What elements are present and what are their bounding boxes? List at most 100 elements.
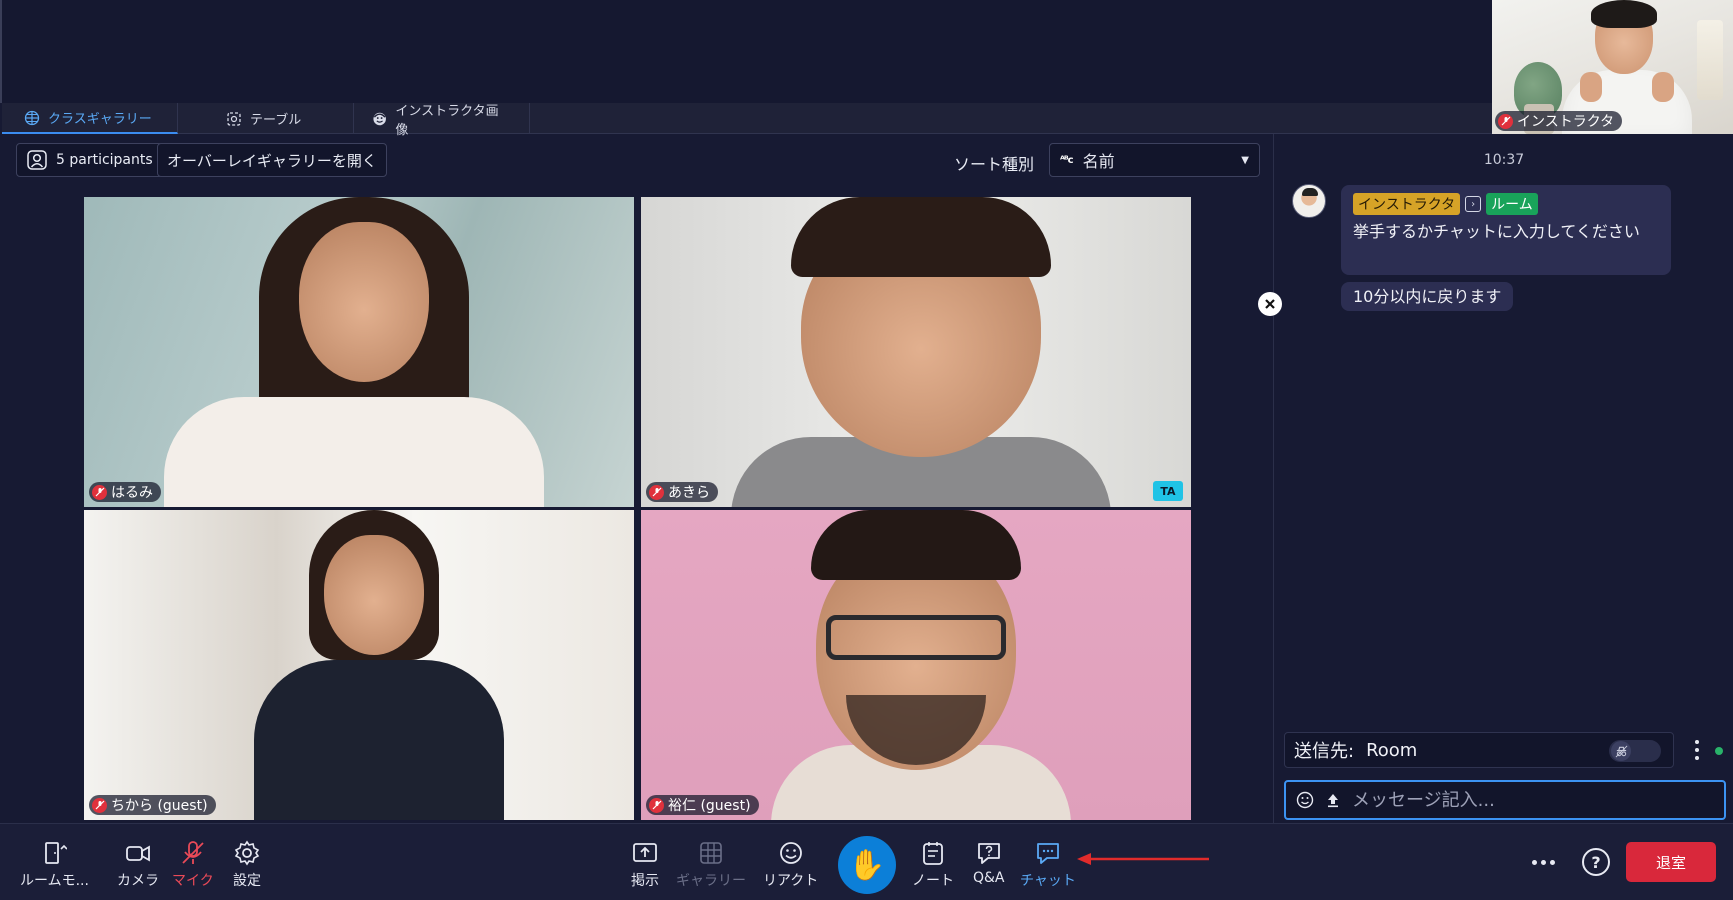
- participant-name: あきら: [668, 485, 710, 501]
- avatar: [1292, 184, 1326, 218]
- participant-name-tag: 裕仁 (guest): [646, 795, 759, 815]
- smile-icon: [779, 842, 802, 864]
- hair-shape: [791, 197, 1051, 277]
- lamp-shape: [1697, 20, 1723, 100]
- qa-button[interactable]: Q&A: [973, 840, 1005, 886]
- tool-label: マイク: [172, 873, 214, 889]
- chat-timestamp: 10:37: [1483, 152, 1525, 168]
- sort-value: 名前: [1082, 152, 1115, 171]
- participants-count: 5 participants: [56, 152, 153, 168]
- help-button[interactable]: ?: [1582, 848, 1610, 876]
- view-tabs: クラスギャラリー テーブル インストラクタ画像: [2, 103, 1492, 138]
- upload-icon[interactable]: [1324, 791, 1342, 809]
- dropdown-arrow-icon: ▼: [1241, 154, 1249, 166]
- message-input-box[interactable]: [1284, 780, 1726, 820]
- tab-table[interactable]: テーブル: [178, 103, 354, 134]
- notes-button[interactable]: ノート: [912, 840, 954, 890]
- chat-bubble-icon: [1037, 843, 1059, 864]
- video-tile-yujin[interactable]: 裕仁 (guest): [641, 510, 1191, 820]
- body-shape: [254, 660, 504, 820]
- leave-button[interactable]: 退室: [1626, 842, 1716, 882]
- annotation-arrow-icon: [1077, 853, 1209, 865]
- participant-name-tag: ちから (guest): [89, 795, 216, 815]
- globe-grid-icon: [700, 842, 722, 864]
- head-shape: [299, 222, 429, 382]
- ta-badge: TA: [1153, 481, 1183, 501]
- bottom-toolbar: ルームモ... カメラ マイク 設定 掲示 ギャラリー リアクト ✋ ノート Q…: [0, 823, 1733, 900]
- message-input[interactable]: [1352, 789, 1714, 811]
- tool-label: リアクト: [763, 873, 819, 889]
- recipient-selector[interactable]: 送信先: Room: [1284, 732, 1674, 768]
- message-header: インストラクタ › ルーム: [1353, 193, 1659, 215]
- video-tile-harumi[interactable]: はるみ: [84, 197, 634, 507]
- instructor-video[interactable]: インストラクタ: [1492, 0, 1733, 134]
- post-button[interactable]: 掲示: [631, 840, 659, 890]
- participant-name: はるみ: [111, 485, 153, 501]
- chat-more-options-button[interactable]: [1690, 738, 1704, 762]
- raise-hand-button[interactable]: ✋: [838, 836, 896, 894]
- tab-instructor-image[interactable]: インストラクタ画像: [354, 103, 530, 138]
- instructor-hand-right: [1652, 72, 1674, 102]
- tool-label: ルームモ...: [20, 873, 89, 889]
- question-bubble-icon: [977, 843, 1000, 864]
- instructor-name-tag: インストラクタ: [1495, 111, 1623, 131]
- participant-name: ちから (guest): [111, 798, 208, 814]
- recipient-tag: ルーム: [1486, 193, 1538, 215]
- tool-label: チャット: [1020, 873, 1076, 889]
- chat-message: インストラクタ › ルーム 挙手するかチャットに入力してください: [1341, 185, 1671, 275]
- close-panel-button[interactable]: [1258, 292, 1282, 316]
- tab-class-gallery[interactable]: クラスギャラリー: [2, 103, 178, 134]
- more-options-button[interactable]: [1532, 860, 1555, 865]
- sender-tag: インストラクタ: [1353, 193, 1461, 215]
- video-tile-chikara[interactable]: ちから (guest): [84, 510, 634, 820]
- chat-message: 10分以内に戻ります: [1341, 282, 1514, 311]
- chat-panel: 10:37 インストラクタ › ルーム 挙手するかチャットに入力してください 1…: [1273, 134, 1733, 823]
- instructor-icon: [373, 112, 386, 125]
- instructor-hand-left: [1580, 72, 1602, 102]
- mic-off-icon: [649, 484, 664, 500]
- notes-icon: [923, 842, 943, 865]
- chat-button[interactable]: チャット: [1020, 840, 1076, 890]
- tool-label: ノート: [912, 873, 954, 889]
- tool-label: ギャラリー: [676, 873, 746, 889]
- room-mode-button[interactable]: ルームモ...: [20, 840, 89, 890]
- gallery-button[interactable]: ギャラリー: [676, 840, 746, 890]
- camera-button[interactable]: カメラ: [117, 840, 159, 890]
- close-icon: [1265, 299, 1275, 309]
- message-text: 挙手するかチャットに入力してください: [1353, 222, 1640, 241]
- camera-icon: [126, 845, 150, 862]
- grid-icon: [24, 110, 40, 125]
- sort-label: ソート種別: [954, 155, 1035, 174]
- glasses-shape: [826, 615, 1006, 660]
- hand-icon: ✋: [848, 847, 886, 883]
- tab-label: インストラクタ画像: [395, 103, 499, 138]
- person-icon: [27, 150, 47, 170]
- video-tile-akira[interactable]: あきら TA: [641, 197, 1191, 507]
- incognito-icon: [1615, 745, 1627, 757]
- recipient-value: Room: [1366, 739, 1418, 761]
- tool-label: カメラ: [117, 873, 159, 889]
- head-shape: [324, 535, 424, 655]
- react-button[interactable]: リアクト: [763, 840, 818, 890]
- settings-button[interactable]: 設定: [233, 840, 261, 890]
- door-icon: [45, 842, 68, 864]
- top-band: [0, 0, 1733, 103]
- tab-label: テーブル: [250, 113, 302, 128]
- sort-select[interactable]: ᴬᴮc 名前 ▼: [1049, 143, 1260, 177]
- open-overlay-gallery-button[interactable]: オーバーレイギャラリーを開く: [157, 143, 387, 177]
- tool-label: Q&A: [973, 870, 1005, 886]
- tool-label: 設定: [233, 873, 261, 889]
- arrow-right-icon: ›: [1465, 196, 1482, 212]
- recipient-label: 送信先:: [1294, 741, 1355, 762]
- anonymous-toggle[interactable]: [1609, 740, 1661, 762]
- participants-button[interactable]: 5 participants: [16, 143, 163, 177]
- participant-name-tag: あきら: [646, 482, 718, 502]
- mic-button[interactable]: マイク: [172, 840, 214, 890]
- mic-off-icon: [182, 841, 204, 864]
- abc-sort-icon: ᴬᴮc: [1060, 154, 1074, 166]
- mic-off-icon: [92, 797, 107, 813]
- gear-icon: [234, 840, 260, 866]
- hair-shape: [811, 510, 1021, 580]
- emoji-icon[interactable]: [1296, 791, 1314, 809]
- instructor-hair: [1591, 0, 1657, 28]
